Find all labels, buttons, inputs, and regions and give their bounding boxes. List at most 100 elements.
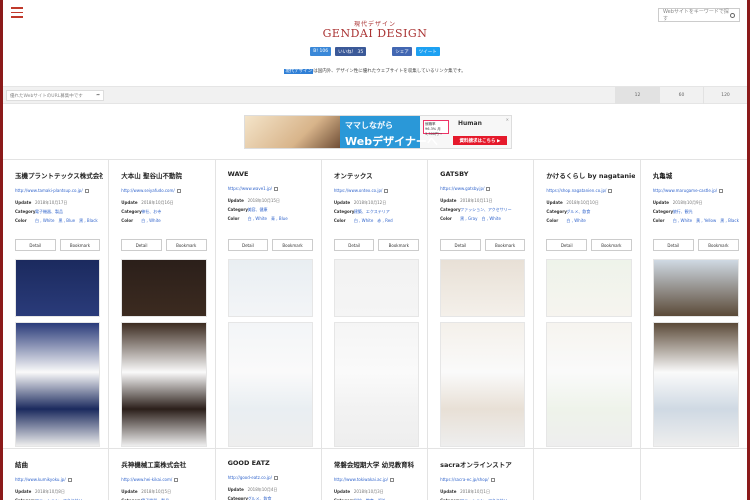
external-link-icon[interactable] [273, 187, 278, 191]
detail-button[interactable]: Detail [227, 239, 269, 251]
external-link-icon[interactable] [176, 189, 181, 193]
site-update: 2018年10月5日 [141, 489, 172, 494]
site-name[interactable]: 兵神機械工業株式会社 [121, 459, 209, 469]
site-url-link[interactable]: https://sacra-ec.jp/shop/ [440, 477, 528, 482]
site-screenshot-full[interactable] [546, 322, 632, 447]
url-submit-input[interactable]: 優れたWebサイトのURL募集中です ➦ [6, 90, 104, 101]
tab-60[interactable]: 60 [659, 87, 703, 104]
ad-close-icon[interactable]: ✕ [506, 117, 509, 122]
site-colors[interactable]: 白 , White 黄 , Yellow 黒 , Black [673, 218, 739, 224]
site-screenshot-full[interactable] [333, 322, 420, 447]
site-colors[interactable]: 黒 , Gray 白 , White [460, 216, 501, 222]
social-button[interactable]: いいね！ 35 [335, 47, 367, 56]
site-screenshot-full[interactable] [227, 322, 313, 447]
external-link-icon[interactable] [384, 189, 389, 193]
site-name[interactable]: 丸亀城 [653, 170, 742, 180]
search-icon[interactable] [730, 12, 735, 18]
site-screenshot-top[interactable] [15, 259, 101, 317]
site-colors[interactable]: 白 , White 黒 , Blue 黒 , Black [35, 218, 98, 224]
site-screenshot-top[interactable] [546, 259, 632, 317]
bookmark-button[interactable]: Bookmark [484, 239, 526, 251]
site-url-link[interactable]: http://www.tokiwakai.ac.jp/ [334, 477, 422, 482]
external-link-icon[interactable] [273, 476, 278, 480]
site-name[interactable]: かけるくらし by nagatanien [546, 170, 634, 180]
site-screenshot-full[interactable] [652, 322, 739, 447]
site-url-link[interactable]: http://www.hei-kikai.com/ [121, 477, 209, 482]
menu-icon[interactable] [11, 7, 23, 18]
ad-banner[interactable]: ママしながら Webデザイナーへ 就職率 96.3% 月3,300円〜 Huma… [244, 115, 512, 149]
detail-button[interactable]: Detail [546, 239, 588, 251]
site-category[interactable]: グルメ、飲食 [566, 209, 590, 215]
external-link-icon[interactable] [719, 189, 724, 193]
site-screenshot-full[interactable] [15, 322, 101, 447]
site-category[interactable]: グルメ、飲食 [248, 496, 272, 500]
external-link-icon[interactable] [486, 187, 491, 191]
site-url-link[interactable]: https://www.wave1.jp/ [228, 186, 316, 191]
site-url-link[interactable]: http://www.kumikyoku.jp/ [15, 477, 103, 482]
site-screenshot-top[interactable] [333, 259, 420, 317]
site-card: 丸亀城 http://www.marugame-castle.jp/Update 2… [641, 160, 747, 448]
external-link-icon[interactable] [389, 478, 394, 482]
site-colors[interactable]: 白 , White [566, 218, 585, 224]
bookmark-button[interactable]: Bookmark [591, 239, 632, 251]
site-screenshot-top[interactable] [440, 259, 526, 317]
bookmark-button[interactable]: Bookmark [272, 239, 313, 251]
site-name[interactable]: オンテックス [334, 170, 422, 180]
site-meta: Update 2018年10月17日 Category 電子機器、製品 Color 白 ,… [15, 200, 98, 224]
bookmark-button[interactable]: Bookmark [697, 239, 739, 251]
site-category[interactable]: 旅行、観光 [673, 209, 693, 215]
site-category[interactable]: 美容、健康 [248, 207, 268, 213]
external-link-icon[interactable] [67, 478, 72, 482]
send-icon[interactable]: ➦ [96, 93, 100, 98]
site-url-link[interactable]: https://www.gatsby.jp/ [440, 186, 528, 191]
detail-button[interactable]: Detail [440, 239, 481, 251]
site-name[interactable]: 結曲 [15, 459, 103, 469]
site-url-link[interactable]: http://www.seiyafudo.com/ [121, 188, 209, 193]
site-name[interactable]: GOOD EATZ [228, 459, 316, 467]
detail-button[interactable]: Detail [121, 239, 162, 251]
site-url-link[interactable]: http://www.marugame-castle.jp/ [653, 188, 742, 193]
site-category[interactable]: 電子機器、製品 [35, 209, 63, 215]
ad-cta-button[interactable]: 資料請求はこちら ▶ [453, 136, 507, 145]
social-button[interactable]: ツイート [415, 47, 440, 56]
ad-photo [245, 116, 340, 148]
site-url-link[interactable]: http://good-eatz.co.jp/ [228, 475, 316, 480]
site-category[interactable]: ファッション、アクセサリー [460, 207, 512, 213]
site-screenshot-top[interactable] [652, 259, 739, 317]
site-category[interactable]: 神社、お寺 [141, 209, 161, 215]
site-screenshot-full[interactable] [440, 322, 526, 447]
bookmark-button[interactable]: Bookmark [59, 239, 101, 251]
site-url-link[interactable]: http://www.tamaki-plantsup.co.jp/ [15, 188, 103, 193]
site-category[interactable]: 建築、エクステリア [354, 209, 390, 215]
site-screenshot-full[interactable] [121, 322, 207, 447]
social-buttons: B! 106 いいね！ 35 シェア ツイート [3, 47, 747, 56]
site-url-link[interactable]: https://shop.nagatanien.co.jp/ [546, 188, 634, 193]
site-name[interactable]: WAVE [228, 170, 316, 178]
social-button[interactable]: B! 106 [310, 47, 332, 56]
site-card: 大本山 聖谷山不動院 http://www.seiyafudo.com/Updat… [109, 160, 216, 448]
external-link-icon[interactable] [608, 189, 613, 193]
detail-button[interactable]: Detail [15, 239, 56, 251]
site-colors[interactable]: 白 , White 赤 , Red [354, 218, 393, 224]
site-logo[interactable]: GENDAI DESIGN [3, 27, 747, 40]
bookmark-button[interactable]: Bookmark [378, 239, 420, 251]
detail-button[interactable]: Detail [333, 239, 375, 251]
external-link-icon[interactable] [174, 478, 179, 482]
tab-120[interactable]: 120 [703, 87, 747, 104]
site-name[interactable]: 玉機プラントテックス株式会社 [15, 170, 103, 180]
site-name[interactable]: 常磐会短期大学 幼児教育科 [334, 459, 422, 469]
detail-button[interactable]: Detail [652, 239, 694, 251]
site-screenshot-top[interactable] [121, 259, 207, 317]
site-colors[interactable]: 白 , White 青 , Blue [248, 216, 288, 222]
site-name[interactable]: GATSBY [440, 170, 528, 178]
tab-12[interactable]: 12 [615, 87, 659, 104]
site-colors[interactable]: 白 , White [141, 218, 160, 224]
site-screenshot-top[interactable] [227, 259, 313, 317]
site-url-link[interactable]: https://www.ontex.co.jp/ [334, 188, 422, 193]
site-name[interactable]: sacraオンラインストア [440, 459, 528, 469]
external-link-icon[interactable] [490, 478, 495, 482]
site-name[interactable]: 大本山 聖谷山不動院 [121, 170, 209, 180]
social-button[interactable]: シェア [392, 47, 412, 56]
bookmark-button[interactable]: Bookmark [165, 239, 207, 251]
external-link-icon[interactable] [84, 189, 89, 193]
